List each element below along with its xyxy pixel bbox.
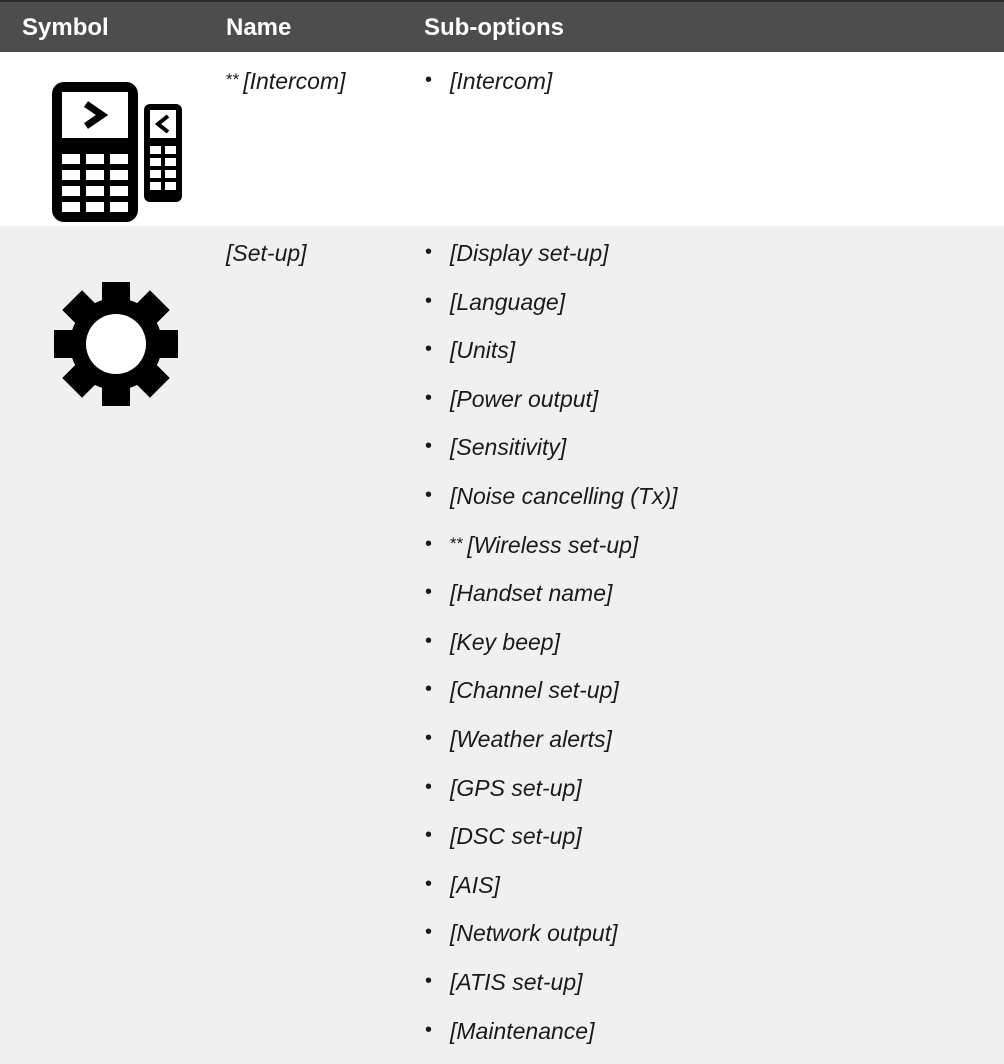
list-item: [Weather alerts] [425,726,612,753]
sub-option-text: [Wireless set-up] [467,531,639,558]
sub-option-text: [Power output] [450,385,599,412]
menu-table: Symbol Name Sub-options ** [Intercom] • … [0,0,1004,1064]
list-item: [Display set-up] [425,240,609,267]
name-prefix: ** [226,70,240,89]
list-item: [DSC set-up] [425,823,582,850]
sub-option-label: [GPS set-up] [450,775,582,801]
sub-option-prefix: ** [450,533,464,553]
sub-option-label: [DSC set-up] [450,823,582,849]
sub-option-label: [Key beep] [450,629,560,655]
row-name-intercom: ** [Intercom] [226,68,346,95]
sub-option-label: [ATIS set-up] [450,969,583,995]
sub-option-text: [Maintenance] [450,1017,595,1044]
list-item: [Power output] [425,386,598,413]
list-item: [Key beep] [425,629,560,656]
table-header: Symbol Name Sub-options [0,0,1004,52]
list-item: [Noise cancelling (Tx)] [425,483,678,510]
sub-option-label: [AIS] [450,872,500,898]
sub-option-text: [Sensitivity] [450,434,567,461]
sub-option-text: [Handset name] [450,580,613,607]
sub-option-label: [Network output] [450,920,617,946]
sub-option-text: [Channel set-up] [450,677,619,704]
header-symbol: Symbol [22,14,109,41]
sub-option-label: [Language] [450,289,565,315]
sub-option-label: [Display set-up] [450,240,609,266]
sub-option-label: [Noise cancelling (Tx)] [450,483,678,509]
sub-option-label: [Intercom] [450,68,553,94]
table-row-intercom: **[Intercom] [Intercom] [0,52,1004,226]
list-item: [GPS set-up] [425,775,582,802]
sub-option-label: [Power output] [450,386,598,412]
intercom-handsets-icon [52,82,182,222]
row-name-setup: [Set-up] [226,240,307,267]
table-row-setup: [Set-up] [Display set-up] [Language] [Unit… [0,226,1004,1064]
sub-option-text: [Language] [450,288,566,315]
gear-icon [54,282,178,406]
list-item: [Units] [425,337,515,364]
list-item: [Sensitivity] [425,434,566,461]
list-item: [Language] [425,289,565,316]
sub-option-text: [GPS set-up] [450,774,582,801]
list-item: **[Wireless set-up] [425,532,638,559]
sub-option-text: [Key beep] [450,628,560,655]
name-label: [Set-up] [226,240,307,266]
list-item: [Channel set-up] [425,677,619,704]
list-item: [Handset name] [425,580,612,607]
list-item: [Maintenance] [425,1018,594,1045]
sub-option-label: ** [Wireless set-up] [450,532,638,558]
list-item: [ATIS set-up] [425,969,583,996]
header-sub-options: Sub-options [424,14,564,41]
list-item: [AIS] [425,872,500,899]
name-label: [Intercom] [243,68,346,94]
sub-option-text: [Display set-up] [450,240,609,266]
sub-option-label: [Channel set-up] [450,677,619,703]
sub-option-label: [Sensitivity] [450,434,566,460]
sub-option-text: [AIS] [450,871,500,898]
list-item: [Intercom] [425,68,553,95]
sub-option-text: [Noise cancelling (Tx)] [450,483,678,509]
sub-option-text: [Units] [450,337,516,364]
sub-option-text: [Network output] [450,920,618,947]
sub-option-label: [Units] [450,337,515,363]
sub-option-text: [ATIS set-up] [450,969,583,995]
sub-option-label: [Maintenance] [450,1018,594,1044]
sub-option-text: [DSC set-up] [450,823,582,850]
list-item: [Network output] [425,920,617,947]
sub-option-label: [Handset name] [450,580,612,606]
sub-option-text: [Weather alerts] [450,726,612,752]
sub-option-label: [Weather alerts] [450,726,612,752]
header-name: Name [226,14,292,41]
